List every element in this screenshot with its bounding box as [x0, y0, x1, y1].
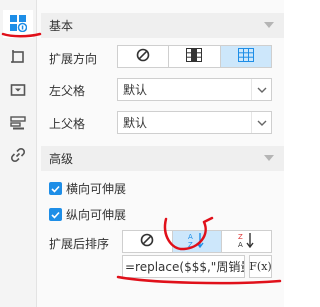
formula-fx-icon: F(x): [249, 260, 272, 273]
vertical-expandable-row[interactable]: 纵向可伸展: [49, 206, 126, 223]
advanced-section-title: 高级: [49, 152, 74, 166]
sort-none-option[interactable]: [123, 231, 173, 252]
sort-after-expand-label: 扩展后排序: [49, 237, 110, 251]
sort-formula-input[interactable]: =replace($$$,"周销量: [122, 255, 245, 278]
svg-text:Z: Z: [188, 241, 193, 248]
svg-text:A: A: [188, 233, 193, 241]
vertical-expandable-label: 纵向可伸展: [66, 208, 127, 222]
no-expand-icon: [136, 48, 150, 65]
cell-attributes-icon: [9, 14, 28, 35]
collapse-caret-icon: [264, 22, 274, 28]
vertical-expand-icon: [186, 48, 203, 65]
horizontal-expandable-row[interactable]: 横向可伸展: [49, 180, 126, 197]
horizontal-expandable-label: 横向可伸展: [66, 182, 127, 196]
expand-vertical-option[interactable]: [169, 46, 221, 67]
collapse-caret-icon: [264, 155, 274, 161]
svg-text:A: A: [238, 241, 243, 248]
sort-ascending-option[interactable]: A Z: [172, 231, 223, 252]
horizontal-expandable-checkbox[interactable]: [49, 182, 62, 195]
basic-section-header[interactable]: 基本: [41, 13, 284, 38]
sort-descending-option[interactable]: Z A: [222, 231, 271, 252]
chevron-down-icon: [251, 112, 271, 133]
side-toolbar: [0, 0, 37, 307]
top-parent-select[interactable]: 默认: [117, 111, 272, 134]
horizontal-expand-icon: [237, 48, 254, 65]
widget-icon: [10, 82, 26, 101]
basic-section-title: 基本: [49, 19, 74, 33]
sidebar-item-hyperlink[interactable]: [3, 142, 33, 170]
top-parent-label: 上父格: [49, 117, 86, 131]
sort-ascending-icon: A Z: [188, 232, 206, 251]
condition-icon: [10, 115, 26, 134]
expand-horizontal-option[interactable]: [220, 46, 271, 67]
no-sort-icon: [140, 233, 154, 250]
formula-editor-button[interactable]: F(x): [249, 255, 272, 278]
svg-text:Z: Z: [238, 233, 243, 241]
sidebar-item-cell-attributes[interactable]: [3, 10, 33, 38]
left-parent-value: 默认: [123, 83, 148, 97]
properties-panel: 基本 扩展方向 左父格 默认 上父格 默认 高级 横向可伸展 纵向可伸展 扩展后…: [37, 0, 284, 307]
sort-order-segmented: A Z Z A: [122, 230, 272, 253]
sidebar-item-style[interactable]: [3, 44, 33, 72]
left-parent-label: 左父格: [49, 84, 86, 98]
left-parent-select[interactable]: 默认: [117, 78, 272, 101]
hyperlink-icon: [10, 147, 26, 166]
sidebar-item-widget[interactable]: [3, 77, 33, 105]
advanced-section-header[interactable]: 高级: [41, 146, 284, 171]
style-icon: [10, 49, 26, 68]
chevron-down-icon: [251, 79, 271, 100]
expand-none-option[interactable]: [118, 46, 170, 67]
sort-formula-text: =replace($$$,"周销量: [125, 260, 245, 274]
expand-direction-segmented: [117, 45, 272, 68]
vertical-expandable-checkbox[interactable]: [49, 208, 62, 221]
expand-direction-label: 扩展方向: [49, 52, 98, 66]
sort-descending-icon: Z A: [238, 232, 256, 251]
sidebar-item-condition[interactable]: [3, 110, 33, 138]
top-parent-value: 默认: [123, 116, 148, 130]
